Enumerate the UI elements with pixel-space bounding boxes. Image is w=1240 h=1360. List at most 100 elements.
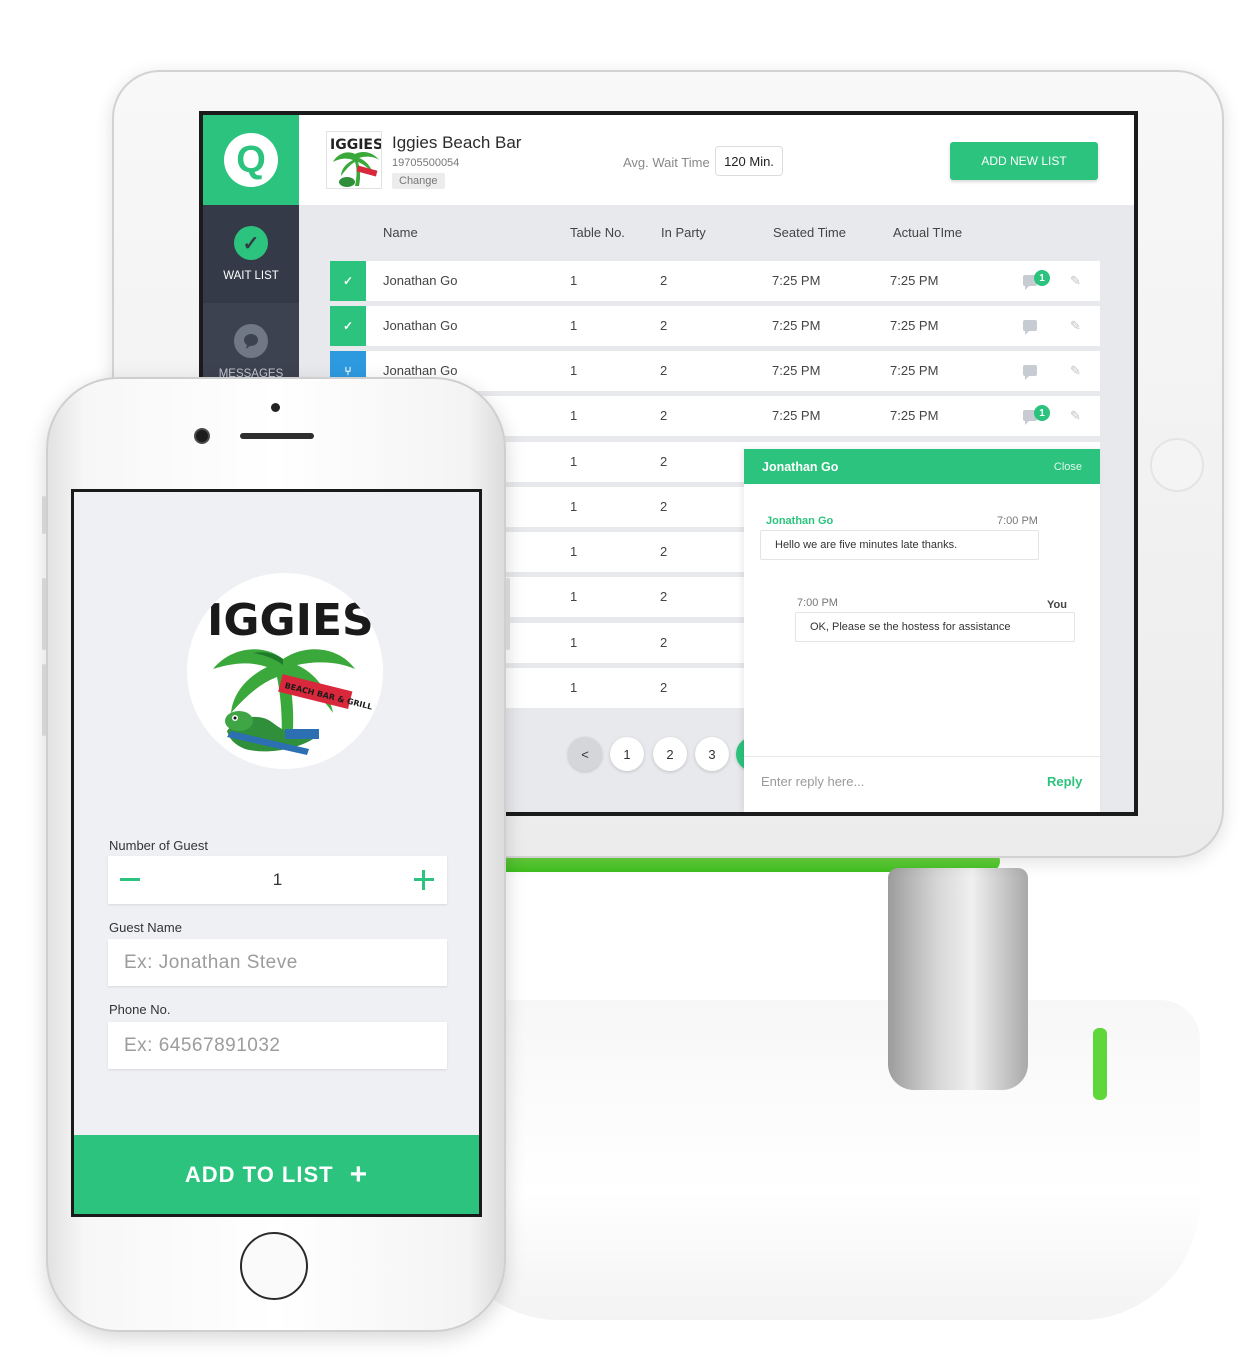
prev-page-button[interactable]: < [568, 737, 602, 771]
phone-volume-up [42, 578, 46, 650]
add-to-list-button[interactable]: ADD TO LIST + [74, 1135, 479, 1214]
restaurant-logo: IGGIES [326, 131, 382, 189]
logo-ring: Q [224, 133, 278, 187]
unread-badge: 1 [1034, 270, 1050, 286]
logo-letter: Q [236, 139, 266, 181]
guest-name-cell: Jonathan Go [383, 318, 458, 333]
avg-wait-label: Avg. Wait Time [623, 155, 710, 170]
restaurant-name: Iggies Beach Bar [392, 133, 522, 152]
phone-mute-switch [42, 496, 46, 534]
table-no-cell: 1 [570, 589, 578, 604]
guest-checkin-app: IGGIES BEACH BAR & GRILL Number of Guest [74, 492, 479, 1214]
column-header-in-party[interactable]: In Party [661, 225, 706, 240]
logo-wordmark: IGGIES [207, 595, 374, 646]
table-header: Name Table No. In Party Seated Time Actu… [299, 205, 1134, 255]
party-size-cell: 2 [660, 273, 668, 288]
message-bubble-incoming: Hello we are five minutes late thanks. [760, 530, 1039, 560]
check-status-icon[interactable]: ✓ [330, 261, 366, 301]
actual-time-cell: 7:25 PM [890, 273, 939, 288]
seated-time-cell: 7:25 PM [772, 273, 821, 288]
table-row[interactable]: ✓ Jonathan Go 1 2 7:25 PM 7:25 PM 1 ✎ [330, 261, 1100, 301]
phone-home-button[interactable] [240, 1232, 308, 1300]
party-size-cell: 2 [660, 454, 668, 469]
change-restaurant-button[interactable]: Change [392, 173, 445, 189]
phone-speaker [240, 433, 314, 439]
column-header-seated-time[interactable]: Seated Time [773, 225, 846, 240]
guest-count-value: 1 [272, 870, 283, 889]
message-time: 7:00 PM [997, 515, 1038, 527]
actual-time-cell: 7:25 PM [890, 408, 939, 423]
edit-icon[interactable]: ✎ [1070, 273, 1081, 289]
guest-count-stepper: 1 [108, 856, 447, 904]
table-row[interactable]: ✓ Jonathan Go 1 2 7:25 PM 7:25 PM ✎ [330, 306, 1100, 346]
message-icon[interactable] [1023, 320, 1037, 335]
party-size-cell: 2 [660, 589, 668, 604]
message-sender: Jonathan Go [766, 515, 834, 527]
guest-name-cell: Jonathan Go [383, 273, 458, 288]
tablet-home-button[interactable] [1150, 438, 1204, 492]
guest-name-label: Guest Name [109, 920, 182, 935]
plus-icon: + [349, 1157, 369, 1191]
phone-camera [194, 428, 210, 444]
message-bubble-outgoing: OK, Please se the hostess for assistance [795, 612, 1075, 642]
add-new-list-button[interactable]: ADD NEW LIST [950, 142, 1098, 180]
party-size-cell: 2 [660, 499, 668, 514]
phone-sensor [271, 403, 280, 412]
edit-icon[interactable]: ✎ [1070, 363, 1081, 379]
table-no-cell: 1 [570, 273, 578, 288]
reply-button[interactable]: Reply [1047, 774, 1082, 789]
sidebar-item-wait-list[interactable]: ✓ WAIT LIST [203, 205, 299, 303]
guest-name-cell: Jonathan Go [383, 363, 458, 378]
page-button-2[interactable]: 2 [653, 737, 687, 771]
check-status-icon[interactable]: ✓ [330, 306, 366, 346]
chat-bubble-icon [234, 324, 268, 358]
party-size-cell: 2 [660, 635, 668, 650]
divider [744, 756, 1100, 757]
phone-number-label: Phone No. [109, 1002, 171, 1017]
restaurant-logo: IGGIES BEACH BAR & GRILL [187, 573, 383, 769]
device-mockup-scene: Q ✓ WAIT LIST MESSAGES IGGIES Iggies Bea… [0, 0, 1240, 1360]
table-no-cell: 1 [570, 454, 578, 469]
column-header-actual-time[interactable]: Actual TIme [893, 225, 962, 240]
check-icon: ✓ [234, 226, 268, 260]
restaurant-phone: 19705500054 [392, 157, 460, 169]
page-button-3[interactable]: 3 [695, 737, 729, 771]
seated-time-cell: 7:25 PM [772, 318, 821, 333]
party-size-cell: 2 [660, 318, 668, 333]
edit-icon[interactable]: ✎ [1070, 408, 1081, 424]
stand-neck [888, 868, 1028, 1090]
column-header-name[interactable]: Name [383, 225, 418, 240]
party-size-cell: 2 [660, 408, 668, 423]
plus-icon-bar [422, 870, 425, 890]
guest-name-input[interactable] [108, 939, 447, 986]
chat-header: Jonathan Go Close [744, 449, 1100, 484]
chat-close-button[interactable]: Close [1054, 461, 1082, 473]
table-no-cell: 1 [570, 499, 578, 514]
seated-time-cell: 7:25 PM [772, 408, 821, 423]
phone-number-input[interactable] [108, 1022, 447, 1069]
avg-wait-value[interactable]: 120 Min. [715, 146, 783, 176]
header-bar: IGGIES Iggies Beach Bar 19705500054 Chan… [299, 115, 1134, 205]
chat-panel: Jonathan Go Close Jonathan Go 7:00 PM He… [744, 449, 1100, 812]
edit-icon[interactable]: ✎ [1070, 318, 1081, 334]
table-no-cell: 1 [570, 363, 578, 378]
reply-input[interactable]: Enter reply here... [761, 774, 864, 789]
table-no-cell: 1 [570, 635, 578, 650]
app-logo[interactable]: Q [203, 115, 299, 205]
party-size-cell: 2 [660, 544, 668, 559]
table-no-cell: 1 [570, 408, 578, 423]
column-header-table-no[interactable]: Table No. [570, 225, 625, 240]
svg-text:IGGIES: IGGIES [330, 137, 382, 153]
message-sender: You [1047, 599, 1067, 611]
table-no-cell: 1 [570, 318, 578, 333]
minus-icon[interactable] [120, 878, 140, 881]
unread-badge: 1 [1034, 405, 1050, 421]
stand-green-tab [1093, 1028, 1107, 1100]
table-no-cell: 1 [570, 680, 578, 695]
page-button-1[interactable]: 1 [610, 737, 644, 771]
actual-time-cell: 7:25 PM [890, 318, 939, 333]
party-size-cell: 2 [660, 363, 668, 378]
table-no-cell: 1 [570, 544, 578, 559]
message-icon[interactable] [1023, 365, 1037, 380]
stand-base [440, 1000, 1200, 1320]
